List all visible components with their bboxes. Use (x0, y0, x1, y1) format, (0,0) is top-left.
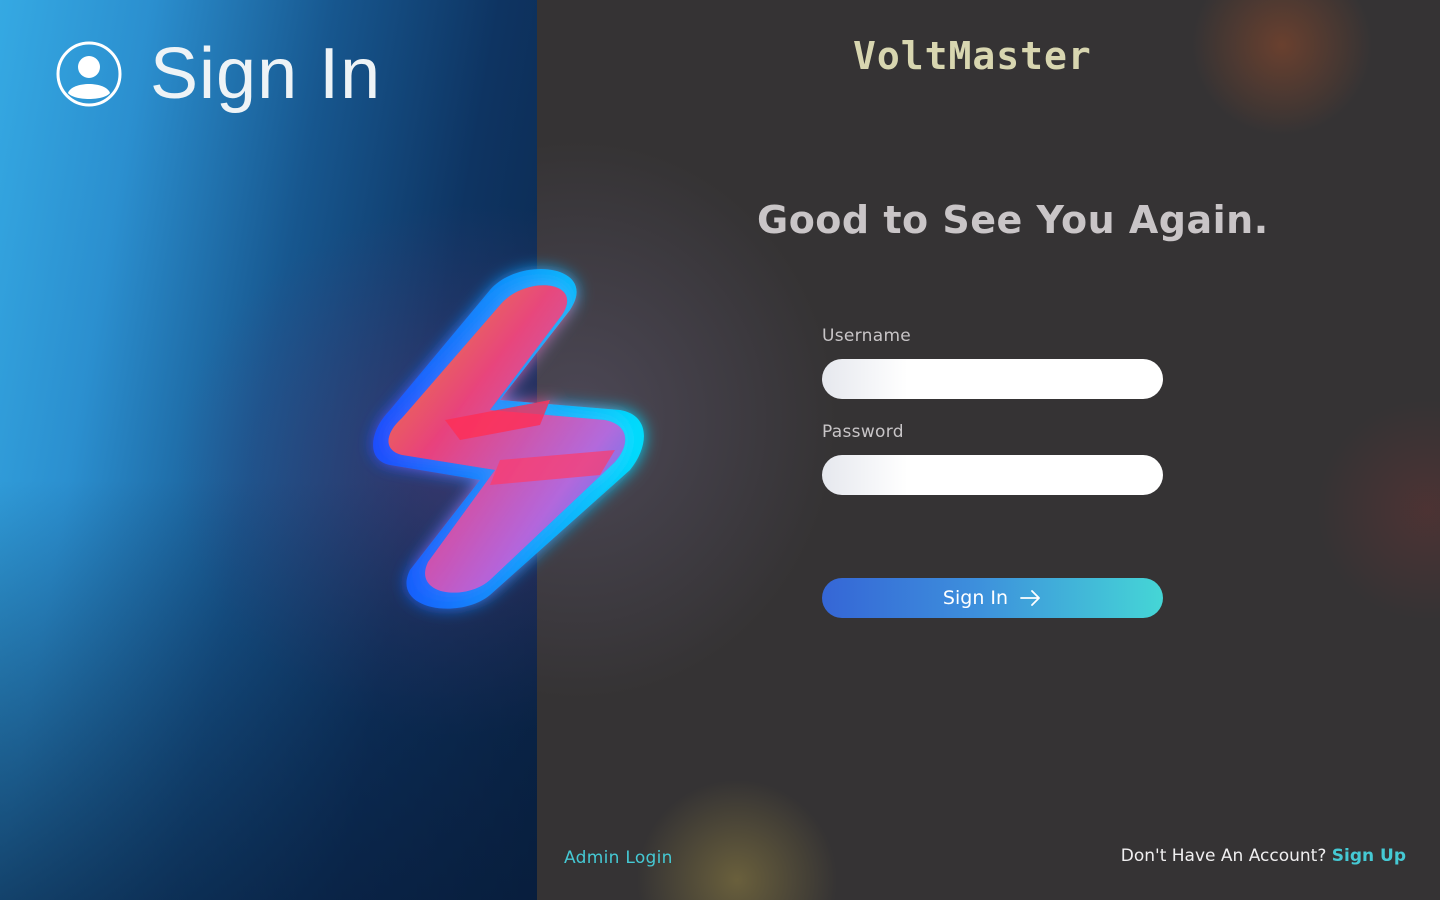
sign-in-button[interactable]: Sign In (822, 578, 1163, 618)
right-form-panel (537, 0, 1440, 900)
username-label: Username (822, 326, 912, 346)
password-input[interactable] (822, 455, 1163, 495)
signup-prompt-text: Don't Have An Account? (1120, 846, 1327, 866)
greeting-heading: Good to See You Again. (757, 198, 1269, 242)
sign-up-link[interactable]: Sign Up (1332, 846, 1406, 866)
lightning-bolt-icon (373, 268, 644, 609)
username-input[interactable] (822, 359, 1163, 399)
user-circle-icon (56, 41, 122, 107)
page-header: Sign In (56, 36, 381, 112)
admin-login-link[interactable]: Admin Login (564, 848, 673, 868)
signup-prompt-row: Don't Have An Account? Sign Up (1121, 846, 1406, 866)
password-label: Password (822, 422, 904, 442)
login-page: Sign In VoltMaster Good to See You Again… (0, 0, 1440, 900)
arrow-right-icon (1020, 590, 1040, 606)
sign-in-button-label: Sign In (942, 587, 1009, 609)
page-title: Sign In (150, 34, 382, 114)
brand-name: VoltMaster (853, 34, 1092, 78)
